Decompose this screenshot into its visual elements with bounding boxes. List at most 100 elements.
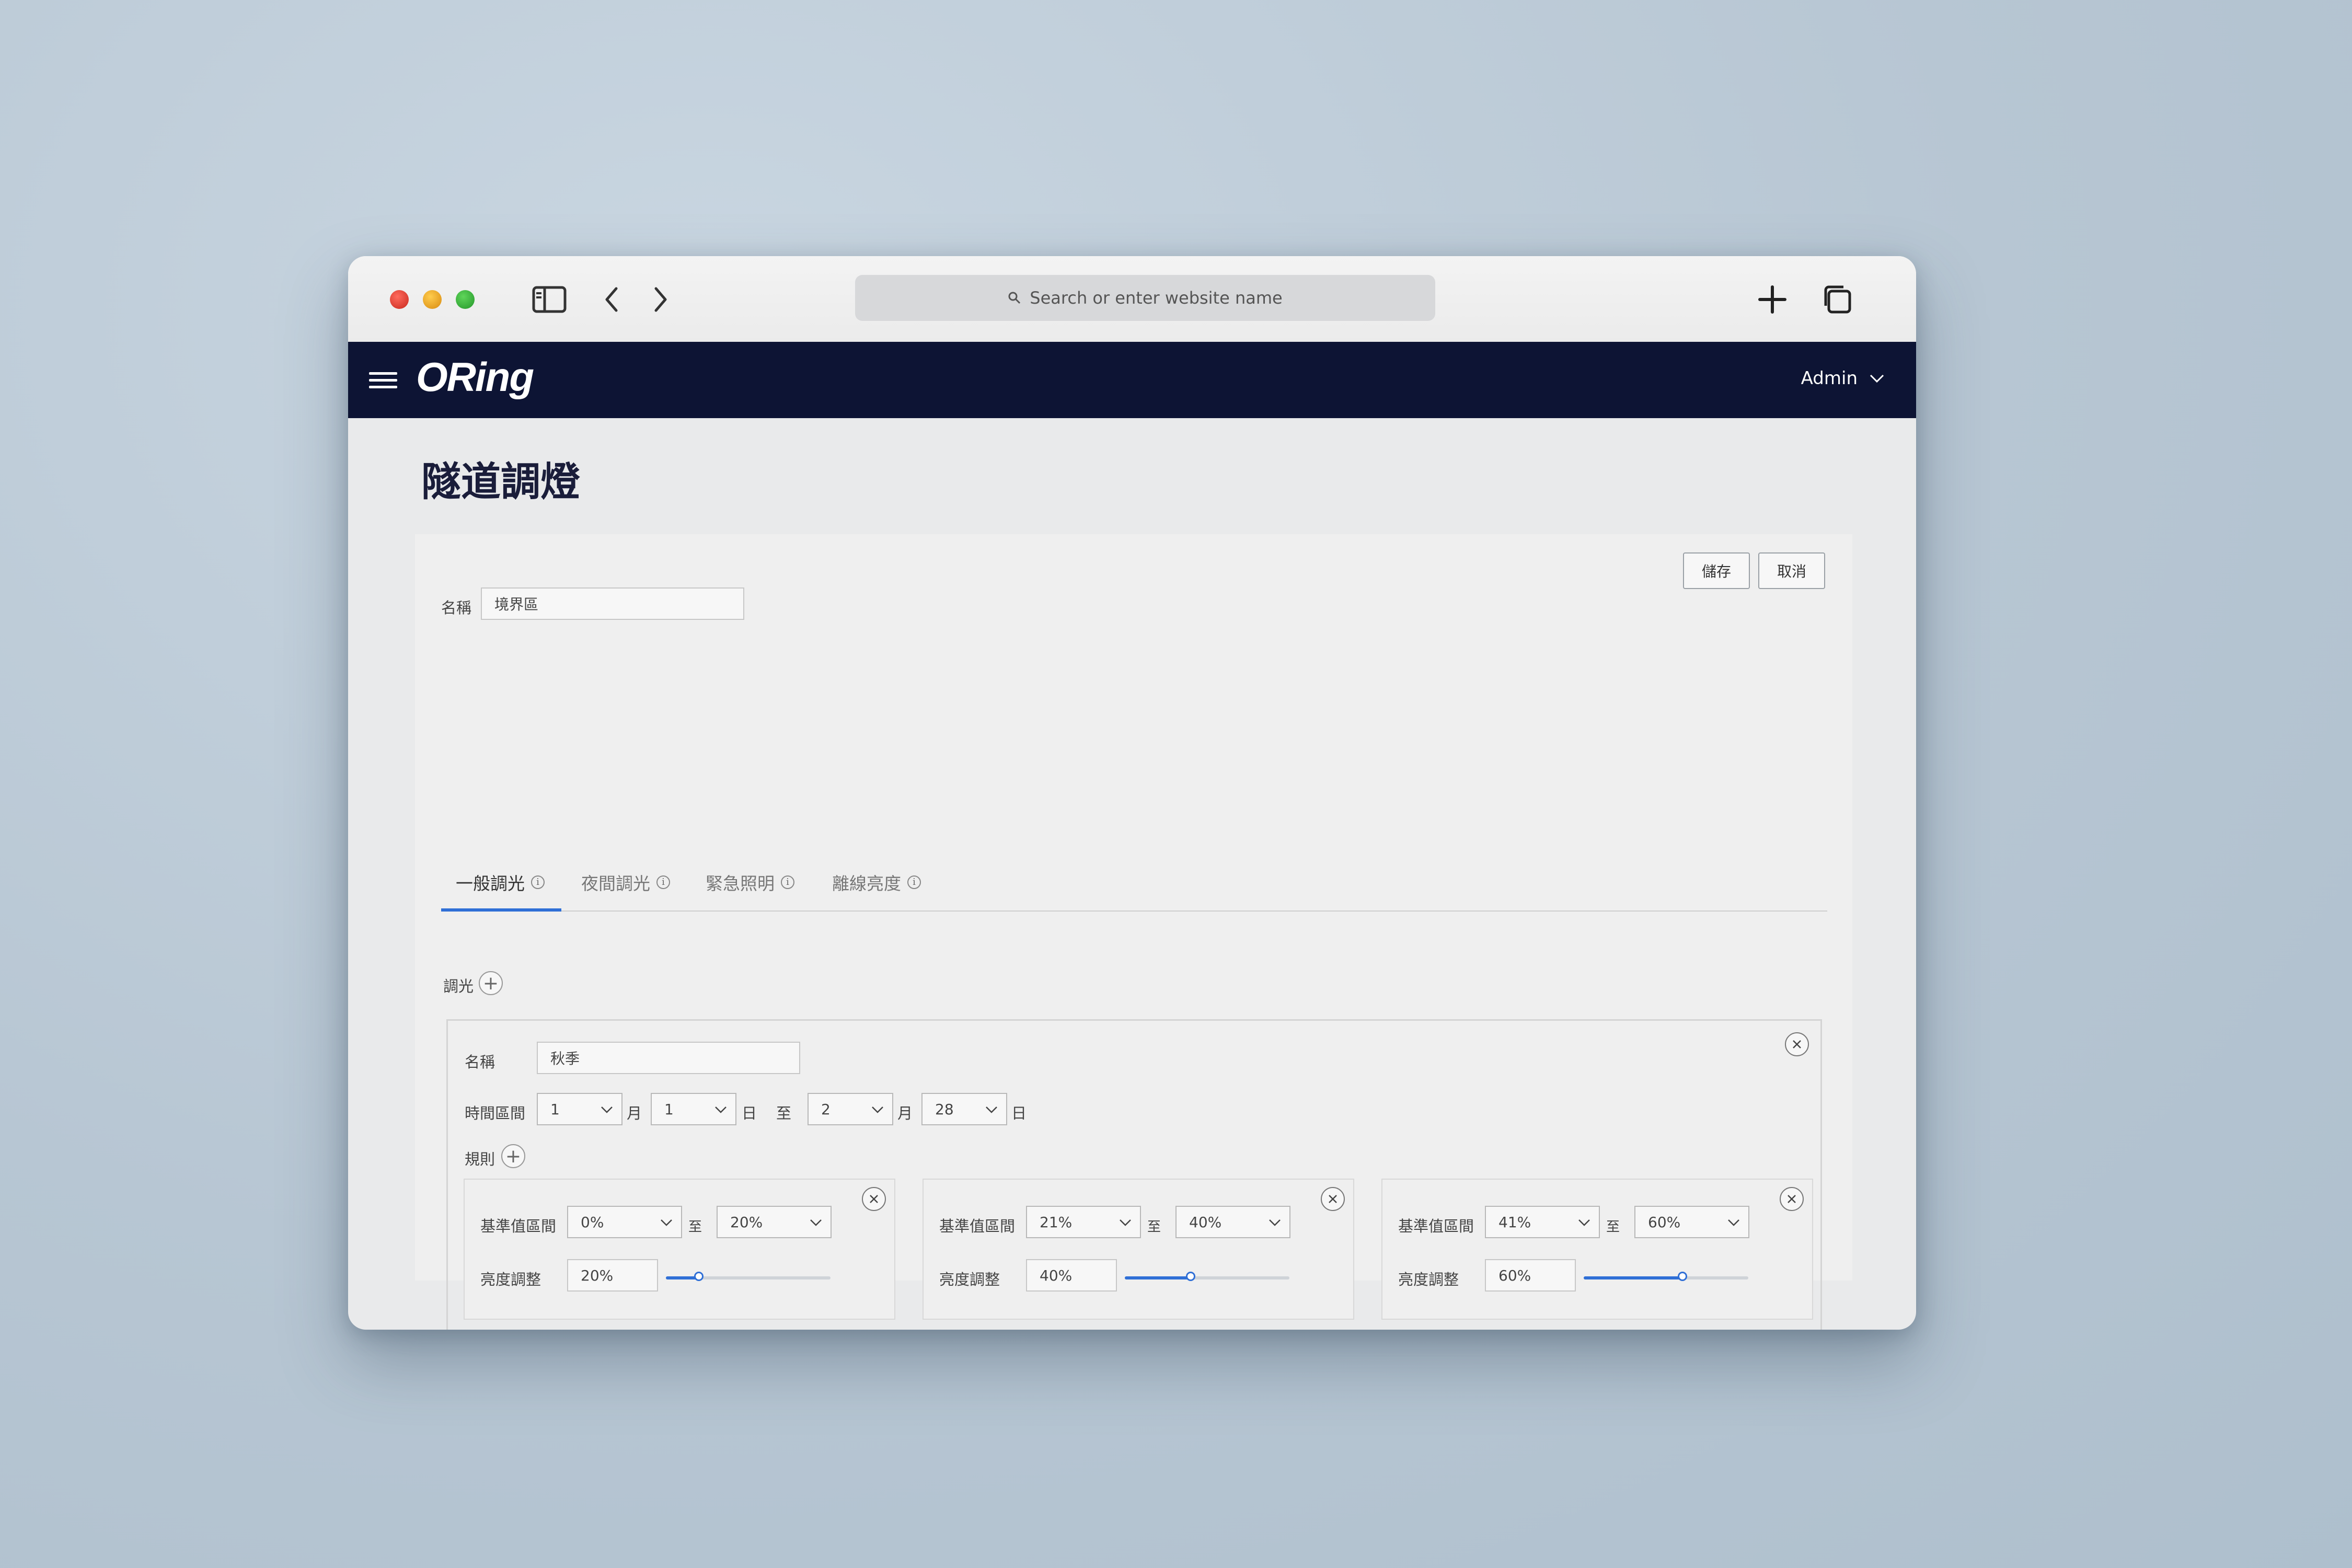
chevron-down-icon (1120, 1219, 1131, 1226)
range-label: 基準值區間 (939, 1217, 1016, 1235)
slider-handle[interactable] (694, 1272, 704, 1281)
tab-general-dimming[interactable]: 一般調光 i (456, 870, 545, 895)
info-icon: i (781, 875, 794, 889)
slider-handle[interactable] (1678, 1272, 1687, 1281)
add-rule-button[interactable]: + (501, 1144, 525, 1168)
slider-fill (1584, 1276, 1682, 1279)
info-icon: i (531, 875, 545, 889)
info-icon: i (656, 875, 670, 889)
brightness-slider[interactable] (1584, 1272, 1748, 1281)
brightness-input[interactable]: 60% (1485, 1259, 1576, 1292)
minimize-window-button[interactable] (423, 290, 442, 309)
close-icon (1788, 1195, 1796, 1203)
tab-emergency-lighting[interactable]: 緊急照明 i (706, 870, 794, 895)
browser-window: Search or enter website name ORing Admin… (348, 256, 1916, 1330)
day-unit: 日 (1011, 1104, 1027, 1122)
browser-toolbar: Search or enter website name (348, 256, 1916, 342)
range-to-select[interactable]: 40% (1175, 1206, 1290, 1238)
name-input[interactable]: 境界區 (481, 587, 744, 620)
save-button[interactable]: 儲存 (1683, 552, 1750, 589)
sidebar-toggle-icon[interactable] (531, 281, 568, 318)
to-month-select[interactable]: 2 (808, 1093, 893, 1125)
to-label: 至 (688, 1219, 702, 1235)
tab-offline-brightness[interactable]: 離線亮度 i (832, 870, 921, 895)
dimming-group: 名稱 秋季 時間區間 1 月 1 日 至 2 月 28 日 規則 + 基準值區間… (446, 1019, 1822, 1330)
from-month-select[interactable]: 1 (537, 1093, 622, 1125)
range-label: 基準值區間 (480, 1217, 557, 1235)
brightness-input[interactable]: 20% (567, 1259, 658, 1292)
page-title: 隧道調燈 (421, 458, 580, 505)
tab-label: 緊急照明 (706, 873, 775, 894)
chevron-down-icon (1728, 1219, 1739, 1226)
group-name-label: 名稱 (465, 1053, 495, 1071)
chevron-down-icon (601, 1106, 613, 1113)
tab-night-dimming[interactable]: 夜間調光 i (581, 870, 670, 895)
name-label: 名稱 (441, 599, 472, 617)
slider-fill (1125, 1276, 1191, 1279)
remove-rule-button[interactable] (1780, 1187, 1804, 1211)
slider-handle[interactable] (1186, 1272, 1195, 1281)
from-day-select[interactable]: 1 (651, 1093, 736, 1125)
to-day-select[interactable]: 28 (921, 1093, 1007, 1125)
brightness-label: 亮度調整 (1398, 1271, 1459, 1288)
close-icon (1329, 1195, 1337, 1203)
to-label: 至 (776, 1104, 792, 1122)
range-from-select[interactable]: 21% (1026, 1206, 1141, 1238)
rule-card: 基準值區間 21% 至 40% 亮度調整 40% (923, 1179, 1354, 1320)
active-tab-indicator (441, 908, 561, 912)
new-tab-icon[interactable] (1754, 281, 1791, 318)
brightness-slider[interactable] (666, 1272, 831, 1281)
select-value: 40% (1189, 1213, 1222, 1231)
address-bar[interactable]: Search or enter website name (855, 275, 1435, 321)
chevron-down-icon (1269, 1219, 1281, 1226)
select-value: 21% (1040, 1213, 1073, 1231)
month-unit: 月 (627, 1104, 642, 1122)
to-label: 至 (1147, 1219, 1161, 1235)
remove-rule-button[interactable] (1321, 1187, 1345, 1211)
select-value: 2 (821, 1100, 831, 1118)
user-name: Admin (1801, 368, 1858, 389)
range-from-select[interactable]: 41% (1485, 1206, 1600, 1238)
chevron-down-icon (986, 1106, 997, 1113)
group-name-input[interactable]: 秋季 (537, 1042, 800, 1074)
chevron-down-icon (872, 1106, 883, 1113)
select-value: 28 (935, 1100, 954, 1118)
range-to-select[interactable]: 60% (1634, 1206, 1749, 1238)
forward-icon[interactable] (650, 281, 671, 318)
month-unit: 月 (897, 1104, 913, 1122)
chevron-down-icon (1578, 1219, 1590, 1226)
tab-label: 一般調光 (456, 873, 525, 894)
tabs-overview-icon[interactable] (1819, 281, 1855, 318)
select-value: 1 (664, 1100, 674, 1118)
range-label: 基準值區間 (1398, 1217, 1474, 1235)
rules-label: 規則 (465, 1150, 495, 1168)
day-unit: 日 (742, 1104, 757, 1122)
cancel-button[interactable]: 取消 (1758, 552, 1825, 589)
user-menu[interactable]: Admin (1801, 368, 1885, 389)
period-label: 時間區間 (465, 1104, 526, 1122)
add-dimming-button[interactable]: + (479, 971, 503, 995)
maximize-window-button[interactable] (456, 290, 475, 309)
close-window-button[interactable] (390, 290, 409, 309)
chevron-down-icon (715, 1106, 727, 1113)
remove-group-button[interactable] (1785, 1032, 1809, 1056)
oring-logo: ORing (416, 354, 534, 400)
tab-label: 離線亮度 (832, 873, 901, 894)
range-from-select[interactable]: 0% (567, 1206, 682, 1238)
tab-label: 夜間調光 (581, 873, 650, 894)
brightness-slider[interactable] (1125, 1272, 1289, 1281)
brightness-label: 亮度調整 (939, 1271, 1000, 1288)
to-label: 至 (1606, 1219, 1620, 1235)
close-icon (1793, 1040, 1801, 1048)
address-placeholder: Search or enter website name (1030, 288, 1283, 308)
select-value: 1 (550, 1100, 560, 1118)
range-to-select[interactable]: 20% (717, 1206, 832, 1238)
tab-divider (441, 910, 1827, 912)
settings-panel: 儲存 取消 名稱 境界區 一般調光 i 夜間調光 i 緊急照明 i 離線亮度 i 調光 … (415, 534, 1852, 1330)
back-icon[interactable] (601, 281, 622, 318)
menu-icon[interactable] (369, 368, 397, 391)
brightness-input[interactable]: 40% (1026, 1259, 1117, 1292)
brightness-label: 亮度調整 (480, 1271, 541, 1288)
remove-rule-button[interactable] (862, 1187, 886, 1211)
chevron-down-icon (1870, 374, 1884, 383)
